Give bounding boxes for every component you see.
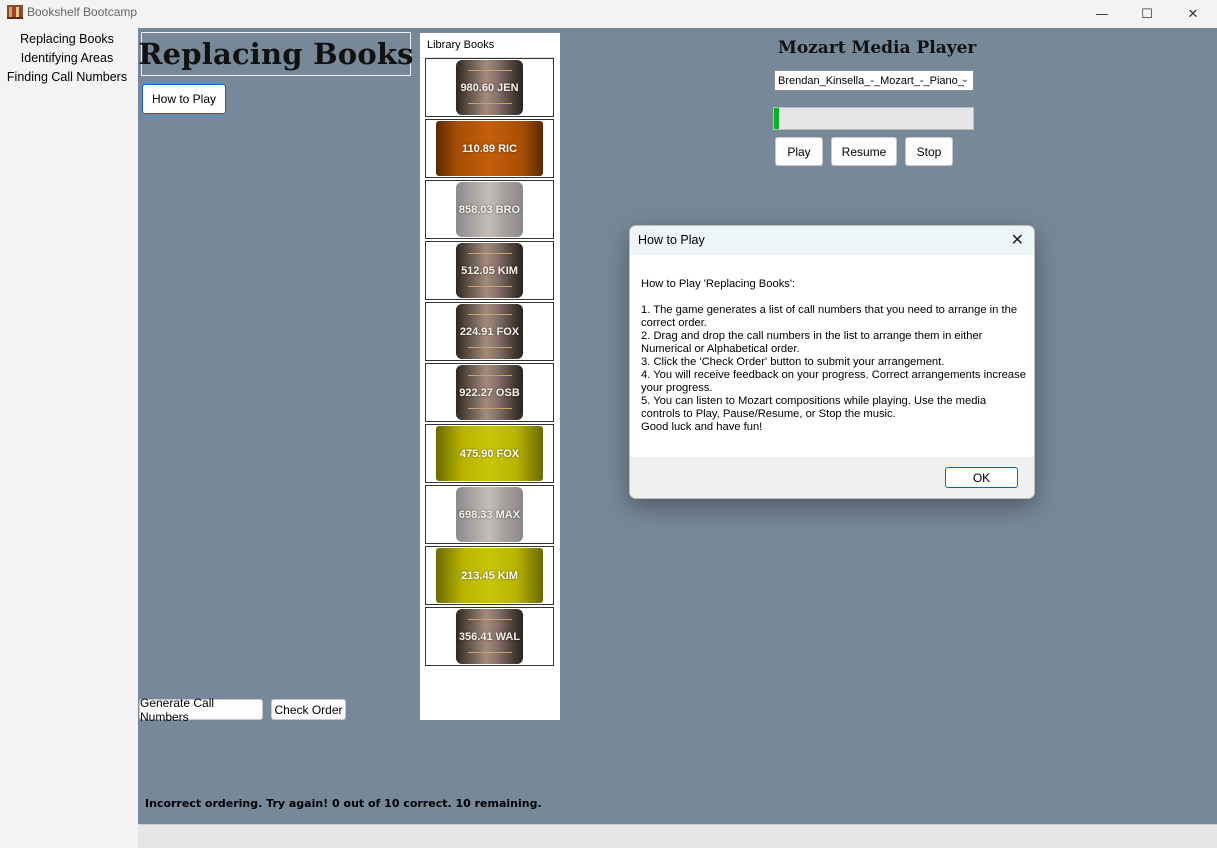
book-call-number: 213.45 KIM xyxy=(461,570,518,582)
book-item[interactable]: 110.89 RIC xyxy=(425,119,554,178)
track-select[interactable]: Brendan_Kinsella_-_Mozart_-_Piano_ ⌄ xyxy=(774,70,974,91)
dialog-line: 3. Click the 'Check Order' button to sub… xyxy=(641,356,945,368)
window-title: Bookshelf Bootcamp xyxy=(27,5,138,19)
book-item[interactable]: 475.90 FOX xyxy=(425,424,554,483)
book-call-number: 475.90 FOX xyxy=(459,448,520,460)
progress-fill xyxy=(774,108,779,129)
book-call-number: 224.91 FOX xyxy=(459,326,520,338)
book-item[interactable]: 356.41 WAL xyxy=(425,607,554,666)
feedback-message: Incorrect ordering. Try again! 0 out of … xyxy=(145,797,542,810)
media-player-title: Mozart Media Player xyxy=(778,38,977,58)
chevron-down-icon: ⌄ xyxy=(960,74,969,85)
close-icon[interactable]: ✕ xyxy=(1011,230,1024,249)
nav-item-identifying-areas[interactable]: Identifying Areas xyxy=(0,51,134,65)
ok-button[interactable]: OK xyxy=(945,467,1018,488)
library-books-label: Library Books xyxy=(427,39,495,51)
dialog-line: 1. The game generates a list of call num… xyxy=(641,304,1018,329)
book-call-number: 858.03 BRO xyxy=(458,204,521,216)
check-order-button[interactable]: Check Order xyxy=(271,699,346,720)
book-call-number: 110.89 RIC xyxy=(461,143,518,155)
book-item[interactable]: 213.45 KIM xyxy=(425,546,554,605)
how-to-play-dialog: How to Play ✕ How to Play 'Replacing Boo… xyxy=(629,225,1035,499)
spine-band xyxy=(467,314,512,315)
how-to-play-button[interactable]: How to Play xyxy=(142,84,226,114)
spine-band xyxy=(467,375,512,376)
resume-button[interactable]: Resume xyxy=(831,137,897,166)
book-item[interactable]: 698.33 MAX xyxy=(425,485,554,544)
minimize-icon[interactable]: — xyxy=(1079,0,1125,28)
dialog-line xyxy=(641,291,1026,304)
book-call-number: 980.60 JEN xyxy=(460,82,519,94)
dialog-message: How to Play 'Replacing Books': 1. The gam… xyxy=(641,278,1026,434)
bookshelf-app-icon xyxy=(7,5,23,19)
spine-band xyxy=(467,103,512,104)
book-call-number: 356.41 WAL xyxy=(458,631,521,643)
nav-item-replacing-books[interactable]: Replacing Books xyxy=(0,32,134,46)
book-item[interactable]: 512.05 KIM xyxy=(425,241,554,300)
dialog-line: Good luck and have fun! xyxy=(641,421,763,433)
spine-band xyxy=(467,408,512,409)
spine-band xyxy=(467,70,512,71)
dialog-title: How to Play xyxy=(638,233,705,247)
selected-track: Brendan_Kinsella_-_Mozart_-_Piano_ xyxy=(778,74,964,87)
dialog-line: 2. Drag and drop the call numbers in the… xyxy=(641,330,983,355)
spine-band xyxy=(467,253,512,254)
status-bar xyxy=(138,824,1217,848)
spine-band xyxy=(467,347,512,348)
book-call-number: 512.05 KIM xyxy=(461,265,518,277)
play-button[interactable]: Play xyxy=(775,137,823,166)
music-progress-bar xyxy=(773,107,974,130)
stop-button[interactable]: Stop xyxy=(905,137,953,166)
book-item[interactable]: 858.03 BRO xyxy=(425,180,554,239)
book-call-number: 922.27 OSB xyxy=(459,387,520,399)
sidebar-nav: Replacing Books Identifying Areas Findin… xyxy=(0,28,138,848)
spine-band xyxy=(467,652,512,653)
book-item[interactable]: 922.27 OSB xyxy=(425,363,554,422)
page-title: Replacing Books xyxy=(138,37,414,71)
dialog-titlebar: How to Play ✕ xyxy=(630,226,1034,255)
dialog-line: How to Play 'Replacing Books': xyxy=(641,278,796,290)
close-window-icon[interactable]: ✕ xyxy=(1170,0,1216,28)
spine-band xyxy=(467,286,512,287)
nav-item-finding-call-numbers[interactable]: Finding Call Numbers xyxy=(0,70,134,84)
spine-band xyxy=(467,619,512,620)
dialog-line: 4. You will receive feedback on your pro… xyxy=(641,369,1026,394)
library-books-list: Library Books 980.60 JEN 110.89 RIC 858.03… xyxy=(420,33,560,720)
window-titlebar: Bookshelf Bootcamp — ☐ ✕ xyxy=(0,0,1217,28)
book-item[interactable]: 224.91 FOX xyxy=(425,302,554,361)
book-call-number: 698.33 MAX xyxy=(458,509,521,521)
maximize-icon[interactable]: ☐ xyxy=(1124,0,1170,28)
dialog-line: 5. You can listen to Mozart compositions… xyxy=(641,395,987,420)
book-item[interactable]: 980.60 JEN xyxy=(425,58,554,117)
generate-call-numbers-button[interactable]: Generate Call Numbers xyxy=(139,696,263,724)
page-title-box: Replacing Books xyxy=(138,32,414,76)
